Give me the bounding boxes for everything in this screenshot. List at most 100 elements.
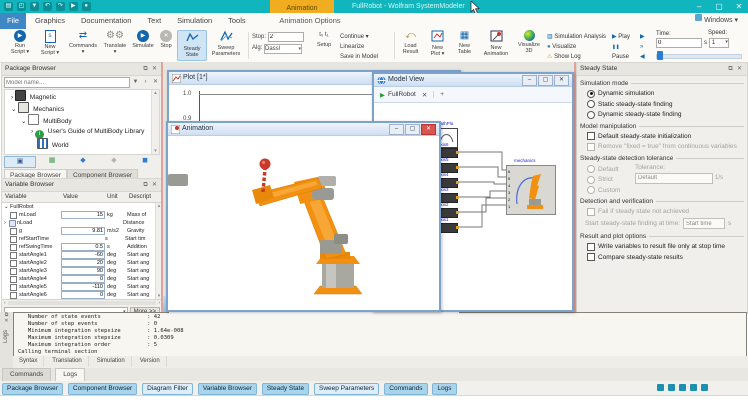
stop-button[interactable]: ✕ Stop (156, 30, 176, 49)
animation-window-titlebar[interactable]: Animation – ▢ ✕ (168, 123, 439, 136)
value-input[interactable] (61, 211, 105, 219)
tab-animation-options[interactable]: Animation Options (270, 13, 350, 29)
model-search-input[interactable] (4, 77, 130, 88)
close-panel-icon[interactable]: ✕ (150, 63, 159, 75)
windows-menu[interactable]: Windows ▾ (693, 13, 738, 29)
plot-checkbox[interactable] (10, 276, 17, 283)
minimize-button[interactable]: – (389, 124, 404, 135)
statusbar-chip-sweep-parameters[interactable]: Sweep Parameters (314, 383, 379, 395)
status-icon[interactable] (701, 384, 708, 391)
collapse-all-icon[interactable]: ✕ (151, 77, 160, 88)
col-variable[interactable]: Variable (2, 192, 63, 202)
table-row[interactable]: › nLoad Distance (2, 219, 162, 227)
new-table-button[interactable]: ▦ New Table (452, 30, 477, 55)
show-log-button[interactable]: ⚠ Show Log (547, 52, 609, 62)
col-value[interactable]: Value (63, 192, 107, 202)
radio-icon[interactable] (587, 100, 595, 108)
table-row[interactable]: startAngle3 deg Start ang (2, 267, 162, 275)
expand-icon[interactable]: › (31, 128, 33, 135)
value-input[interactable] (61, 251, 105, 259)
status-icon[interactable] (657, 384, 664, 391)
continue-button[interactable]: Continue ▾ (340, 32, 392, 42)
float-panel-icon[interactable]: ⧉ (141, 63, 150, 75)
maximize-button[interactable]: ▢ (710, 0, 728, 13)
value-input[interactable] (61, 227, 105, 235)
float-panel-icon[interactable]: ⧉ (141, 179, 150, 191)
checkbox-icon[interactable] (587, 132, 595, 140)
mechanics-block[interactable]: 654 321 (506, 165, 556, 215)
translate-button[interactable]: ⚙⚙ Translate ▾ (100, 30, 130, 55)
radio-icon[interactable] (587, 111, 595, 119)
filter-funnel-icon[interactable]: ▼ (131, 77, 140, 88)
plot-checkbox[interactable] (10, 252, 17, 259)
tab-syntax[interactable]: Syntax (13, 356, 44, 367)
expand-icon[interactable]: › (11, 94, 13, 101)
visualize-3d-button[interactable]: Visualize 3D (515, 30, 543, 54)
save-in-model-button[interactable]: Save in Model (340, 52, 392, 62)
step-back-button[interactable]: ◀ (640, 52, 652, 62)
float-panel-icon[interactable]: ⧉ (726, 63, 735, 75)
collapse-icon[interactable]: ⌄ (21, 118, 26, 125)
tab-simulation-log[interactable]: Simulation (91, 356, 132, 367)
col-unit[interactable]: Unit (107, 192, 129, 202)
table-row[interactable]: mLoad kg Mass of (2, 211, 162, 219)
table-row[interactable]: g m/s2 Gravity (2, 227, 162, 235)
new-animation-button[interactable]: New Animation (479, 30, 513, 57)
new-plot-button[interactable]: New Plot ▾ (425, 30, 450, 57)
table-row[interactable]: startAngle4 deg Start ang (2, 275, 162, 283)
value-input[interactable] (61, 243, 105, 251)
tab-commands[interactable]: Commands (2, 368, 51, 381)
scroll-down-icon[interactable]: ▾ (152, 148, 159, 154)
plot-checkbox[interactable] (10, 284, 17, 291)
close-panel-icon[interactable]: ✕ (0, 318, 13, 324)
close-panel-icon[interactable]: ✕ (735, 63, 744, 75)
sweep-parameters-button[interactable]: Sweep Parameters (207, 30, 245, 57)
model-run-icon[interactable]: ▶ (380, 91, 385, 99)
plot-checkbox[interactable] (10, 236, 17, 243)
radio-dynamic-steady-state[interactable]: Dynamic steady-state finding (587, 111, 747, 119)
plot-checkbox[interactable] (10, 212, 17, 219)
skip-back-button[interactable]: ▶ (640, 32, 652, 42)
linearize-button[interactable]: Linearize (340, 42, 392, 52)
tree-item-multibody[interactable]: ⌄ MultiBody (5, 114, 159, 126)
tab-fullrobot[interactable]: FullRobot (388, 91, 416, 98)
diamond-blue-button[interactable]: ◆ (68, 156, 98, 168)
speed-select[interactable]: 1 ▾ (709, 38, 729, 48)
variable-hscrollbar[interactable]: ‹ › (2, 299, 162, 306)
status-icon[interactable] (690, 384, 697, 391)
statusbar-chip-package-browser[interactable]: Package Browser (2, 383, 63, 395)
radio-dynamic-simulation[interactable]: Dynamic simulation (587, 90, 747, 98)
play-button[interactable]: ▶ Play (612, 32, 638, 42)
plot-checkbox[interactable] (10, 244, 17, 251)
tab-logs[interactable]: Logs (55, 368, 85, 381)
status-icon[interactable] (679, 384, 686, 391)
radio-icon[interactable] (587, 90, 595, 98)
simulation-analysis-button[interactable]: ▥ Simulation Analysis (547, 32, 609, 42)
minimize-button[interactable]: – (522, 75, 537, 86)
table-row[interactable]: refSwingTime s Addition (2, 243, 162, 251)
open-file-icon[interactable]: ◰ (17, 2, 26, 11)
minimize-button[interactable]: – (690, 0, 708, 13)
tree-item-mechanics[interactable]: ⌄ Mechanics (5, 102, 159, 114)
maximize-button[interactable]: ▢ (405, 124, 420, 135)
statusbar-chip-steady-state[interactable]: Steady State (262, 383, 309, 395)
tree-item-magnetic[interactable]: › Magnetic (5, 90, 159, 102)
collapse-icon[interactable]: ⌄ (11, 106, 16, 113)
checkbox-icon[interactable] (587, 243, 595, 251)
plot-checkbox[interactable] (10, 292, 17, 299)
load-result-button[interactable]: ⤺ Load Result (398, 30, 423, 55)
steady-state-button[interactable]: Steady State (177, 30, 207, 61)
visualize-button[interactable]: ● Visualize (547, 42, 609, 52)
tree-scrollbar[interactable]: ▴ ▾ (151, 90, 159, 154)
new-script-button[interactable]: s New Script ▾ (36, 30, 64, 56)
setup-button[interactable]: t₀ t₁ Setup (312, 30, 336, 48)
close-panel-icon[interactable]: ✕ (150, 179, 159, 191)
new-tab-button[interactable]: + (433, 91, 450, 98)
radio-static-steady-state[interactable]: Static steady-state finding (587, 100, 747, 108)
record-icon[interactable]: ● (82, 2, 91, 11)
time-slider[interactable] (656, 54, 742, 59)
plot-checkbox[interactable] (10, 228, 17, 235)
tab-documentation[interactable]: Documentation (74, 13, 138, 29)
collapse-icon[interactable]: ⌄ (2, 204, 10, 210)
tab-text[interactable]: Text (140, 13, 168, 29)
